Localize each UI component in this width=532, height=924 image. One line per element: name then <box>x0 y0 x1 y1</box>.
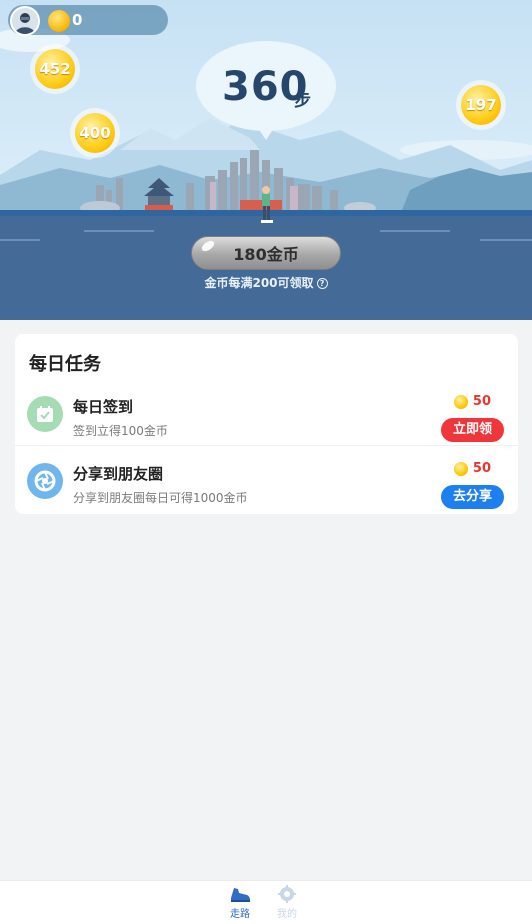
floating-coin-value: 400 <box>75 113 115 153</box>
coin-icon <box>453 461 468 476</box>
task-reward-value: 50 <box>472 461 491 476</box>
tab-walk[interactable]: 走路 <box>220 885 260 920</box>
collect-coins-button[interactable]: 180金币 <box>191 236 341 270</box>
coin-balance: 0 <box>72 11 83 29</box>
collect-note: 金币每满200可领取? <box>0 274 532 291</box>
avatar[interactable] <box>10 6 40 36</box>
shine-highlight <box>199 238 217 254</box>
task-description: 分享到朋友圈每日可得1000金币 <box>73 491 248 505</box>
tab-mine-label: 我的 <box>277 909 297 920</box>
coin-icon <box>48 10 70 32</box>
coin-icon <box>453 394 468 409</box>
bottom-tab-bar: 走路 我的 <box>0 880 532 924</box>
collect-note-text: 金币每满200可领取 <box>204 276 314 290</box>
floating-coin[interactable]: 452 <box>30 44 80 94</box>
hero-scene: 0 452 400 197 360 步 180金币 金币每满200可领取? <box>0 0 532 320</box>
task-row: 分享到朋友圈 分享到朋友圈每日可得1000金币 50 去分享 <box>15 447 518 513</box>
floating-coin-value: 452 <box>35 49 75 89</box>
tab-walk-label: 走路 <box>230 909 250 920</box>
task-reward-value: 50 <box>472 394 491 409</box>
daily-tasks-title: 每日任务 <box>29 354 101 375</box>
task-reward: 50 <box>453 394 491 409</box>
task-name: 分享到朋友圈 <box>73 465 164 483</box>
user-avatar-icon <box>15 13 35 34</box>
shoe-icon <box>231 888 250 902</box>
task-description: 签到立得100金币 <box>73 424 168 438</box>
task-row: 每日签到 签到立得100金币 50 立即领取 <box>15 380 518 461</box>
collect-coins-label: 180金币 <box>233 245 299 264</box>
floating-coin-value: 197 <box>461 85 501 125</box>
daily-tasks-card: 每日任务 每日签到 签到立得100金币 50 立即领取 分享到朋友圈 分享到朋友… <box>15 334 518 514</box>
claim-now-button[interactable]: 立即领取 <box>441 418 504 461</box>
share-button[interactable]: 去分享 <box>441 485 504 509</box>
calendar-check-icon <box>27 396 63 432</box>
floating-coin[interactable]: 197 <box>456 80 506 130</box>
floating-coin[interactable]: 400 <box>70 108 120 158</box>
tab-mine[interactable]: 我的 <box>267 885 307 920</box>
gear-icon <box>278 885 296 903</box>
shutter-icon <box>27 463 63 499</box>
step-unit: 步 <box>294 91 311 111</box>
task-name: 每日签到 <box>73 398 134 416</box>
task-reward: 50 <box>453 461 491 476</box>
help-icon[interactable]: ? <box>316 278 328 289</box>
